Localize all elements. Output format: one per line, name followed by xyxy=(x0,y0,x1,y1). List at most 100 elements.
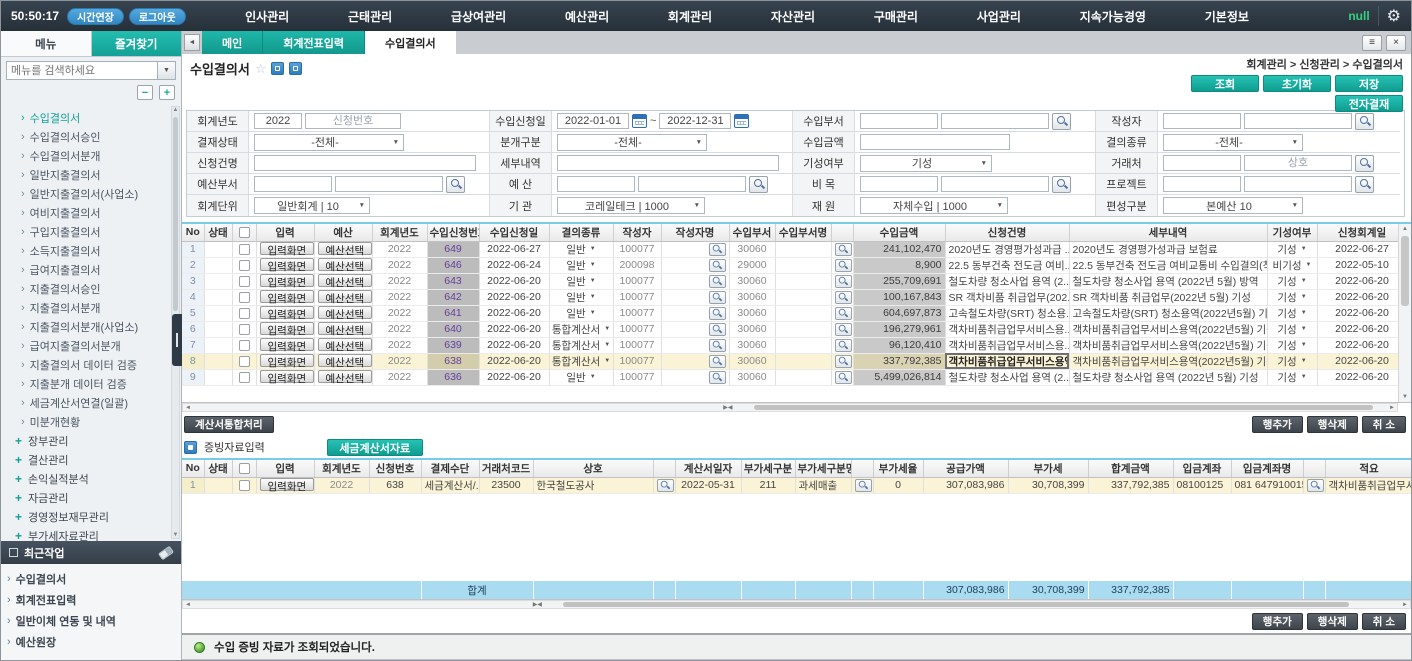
progress-combo[interactable]: 기성▼ xyxy=(1267,337,1317,353)
search-icon[interactable] xyxy=(835,371,852,384)
grid2-col-3[interactable] xyxy=(232,460,256,477)
search-icon[interactable] xyxy=(835,291,852,304)
grid2-col-6[interactable]: 신청번호 xyxy=(369,460,421,477)
recent-item-3[interactable]: ›일반이체 연동 및 내역 xyxy=(7,610,175,631)
row-delete-button[interactable]: 행삭제 xyxy=(1307,613,1358,630)
tax-invoice-button[interactable]: 세금계산서자료 xyxy=(327,439,423,456)
grid1-col-8[interactable]: 수입신청일 xyxy=(479,224,549,241)
progress-combo[interactable]: 기성▼ xyxy=(1267,305,1317,321)
expand-all-button[interactable]: + xyxy=(159,85,175,100)
nav-item-4[interactable]: 예산관리 xyxy=(559,4,615,29)
collapse-all-button[interactable]: − xyxy=(137,85,153,100)
doc-tab-2[interactable]: 회계전표입력 xyxy=(263,31,365,54)
nav-item-6[interactable]: 자산관리 xyxy=(765,4,821,29)
income-dept-name-input[interactable] xyxy=(941,113,1049,129)
progress-combo[interactable]: 기성▼ xyxy=(1267,289,1317,305)
input-screen-button[interactable]: 입력화면 xyxy=(260,322,315,335)
sidebar-item-1[interactable]: ›수입결의서 xyxy=(7,108,171,127)
grid1-col-16[interactable]: 신청건명 xyxy=(945,224,1069,241)
scrollbar-thumb[interactable] xyxy=(1401,236,1409,306)
grid2-col-12[interactable]: 부가세구분 xyxy=(741,460,795,477)
input-screen-button[interactable]: 입력화면 xyxy=(260,478,315,491)
sidebar-item-16[interactable]: ›세금계산서연결(일괄) xyxy=(7,393,171,412)
nav-item-9[interactable]: 지속가능경영 xyxy=(1074,4,1152,29)
grid2-col-22[interactable]: 적요 xyxy=(1325,460,1411,477)
table-row[interactable]: 1입력화면예산선택20226492022-06-27일반▼10007730060… xyxy=(182,241,1407,257)
budget-select-button[interactable]: 예산선택 xyxy=(318,290,373,303)
reset-button[interactable]: 초기화 xyxy=(1263,75,1331,92)
nav-item-3[interactable]: 급상여관리 xyxy=(445,4,512,29)
grid2-col-17[interactable]: 부가세 xyxy=(1008,460,1088,477)
resolution-type-combo[interactable]: 통합계산서▼ xyxy=(549,337,613,353)
table-row[interactable]: 4입력화면예산선택20226422022-06-20일반▼10007730060… xyxy=(182,289,1407,305)
sidebar-item-6[interactable]: ›여비지출결의서 xyxy=(7,203,171,222)
grid1-col-13[interactable]: 수입부서명 xyxy=(775,224,831,241)
sidebar-item-13[interactable]: ›급여지출결의서분개 xyxy=(7,336,171,355)
grid2-col-7[interactable]: 결제수단 xyxy=(421,460,479,477)
checkbox[interactable] xyxy=(239,308,250,319)
checkbox[interactable] xyxy=(239,372,250,383)
row-delete-button[interactable]: 행삭제 xyxy=(1307,416,1358,433)
org-select[interactable]: 코레일테크 | 1000▼ xyxy=(557,197,705,214)
grid1-col-14[interactable] xyxy=(831,224,853,241)
resolution-type-combo[interactable]: 일반▼ xyxy=(549,273,613,289)
search-icon[interactable] xyxy=(709,323,726,336)
search-icon[interactable] xyxy=(446,176,465,193)
grid1-col-7[interactable]: 수입신청번호 xyxy=(427,224,479,241)
nav-item-10[interactable]: 기본정보 xyxy=(1199,4,1255,29)
grid1-col-6[interactable]: 회계년도 xyxy=(372,224,427,241)
grid1-col-4[interactable]: 입력 xyxy=(256,224,314,241)
grid2-col-21[interactable] xyxy=(1303,460,1325,477)
grid2-col-4[interactable]: 입력 xyxy=(256,460,314,477)
search-icon[interactable] xyxy=(709,339,726,352)
cancel-button[interactable]: 취 소 xyxy=(1362,613,1406,630)
sidebar-item-19[interactable]: +결산관리 xyxy=(7,450,171,469)
vendor-name-input[interactable] xyxy=(1244,155,1352,171)
budget-select-button[interactable]: 예산선택 xyxy=(318,370,373,383)
search-icon[interactable] xyxy=(1355,155,1374,172)
calendar-icon[interactable] xyxy=(734,114,749,128)
grid2-col-15[interactable]: 부가세율 xyxy=(873,460,923,477)
grid2-col-8[interactable]: 거래처코드 xyxy=(479,460,533,477)
account-unit-select[interactable]: 일반회계 | 10▼ xyxy=(254,197,370,214)
budget-select-button[interactable]: 예산선택 xyxy=(318,322,373,335)
table-row[interactable]: 6입력화면예산선택20226402022-06-20통합계산서▼10007730… xyxy=(182,321,1407,337)
search-icon[interactable] xyxy=(835,259,852,272)
nav-item-5[interactable]: 회계관리 xyxy=(662,4,718,29)
resolution-type-combo[interactable]: 일반▼ xyxy=(549,369,613,385)
extend-time-button[interactable]: 시간연장 xyxy=(67,8,124,25)
grid1-horizontal-scrollbar[interactable]: ◄ ▶◀ ► xyxy=(182,403,1398,412)
grid1-col-10[interactable]: 작성자 xyxy=(613,224,661,241)
scrollbar-thumb[interactable] xyxy=(173,117,178,311)
resolution-type-combo[interactable]: 일반▼ xyxy=(549,257,613,273)
date-to-input[interactable] xyxy=(659,113,731,129)
split-scroll-icons[interactable]: ▶◀ xyxy=(723,404,732,412)
search-icon[interactable] xyxy=(835,307,852,320)
project-code-input[interactable] xyxy=(1163,176,1241,192)
favorite-star-icon[interactable]: ☆ xyxy=(255,61,267,77)
vendor-code-input[interactable] xyxy=(1163,155,1241,171)
grid2-col-5[interactable]: 회계년도 xyxy=(314,460,369,477)
grid2-col-9[interactable]: 상호 xyxy=(533,460,653,477)
progress-combo[interactable]: 기성▼ xyxy=(1267,273,1317,289)
grid1-col-18[interactable]: 기성여부 xyxy=(1267,224,1317,241)
search-icon[interactable] xyxy=(709,243,726,256)
table-row[interactable]: 1입력화면2022638세금계산서/..23500한국철도공사2022-05-3… xyxy=(182,477,1411,493)
sidebar-collapse-handle[interactable] xyxy=(172,314,182,366)
gear-icon[interactable]: ⚙ xyxy=(1387,8,1401,25)
nav-item-7[interactable]: 구매관리 xyxy=(868,4,924,29)
checkbox[interactable] xyxy=(239,276,250,287)
sidebar-item-18[interactable]: +장부관리 xyxy=(7,431,171,450)
grid1-col-2[interactable]: 상태 xyxy=(204,224,232,241)
invoice-merge-button[interactable]: 계산서통합처리 xyxy=(184,416,274,433)
input-screen-button[interactable]: 입력화면 xyxy=(260,354,315,367)
search-icon[interactable] xyxy=(855,479,872,492)
menu-search-input[interactable] xyxy=(6,61,158,80)
item-code-input[interactable] xyxy=(860,176,938,192)
progress-select[interactable]: 기성▼ xyxy=(860,155,992,172)
sidebar-item-12[interactable]: ›지출결의서분개(사업소) xyxy=(7,317,171,336)
budget-name-input[interactable] xyxy=(638,176,746,192)
checkbox[interactable] xyxy=(239,244,250,255)
eraser-icon[interactable] xyxy=(158,545,174,560)
recent-item-2[interactable]: ›회계전표입력 xyxy=(7,589,175,610)
